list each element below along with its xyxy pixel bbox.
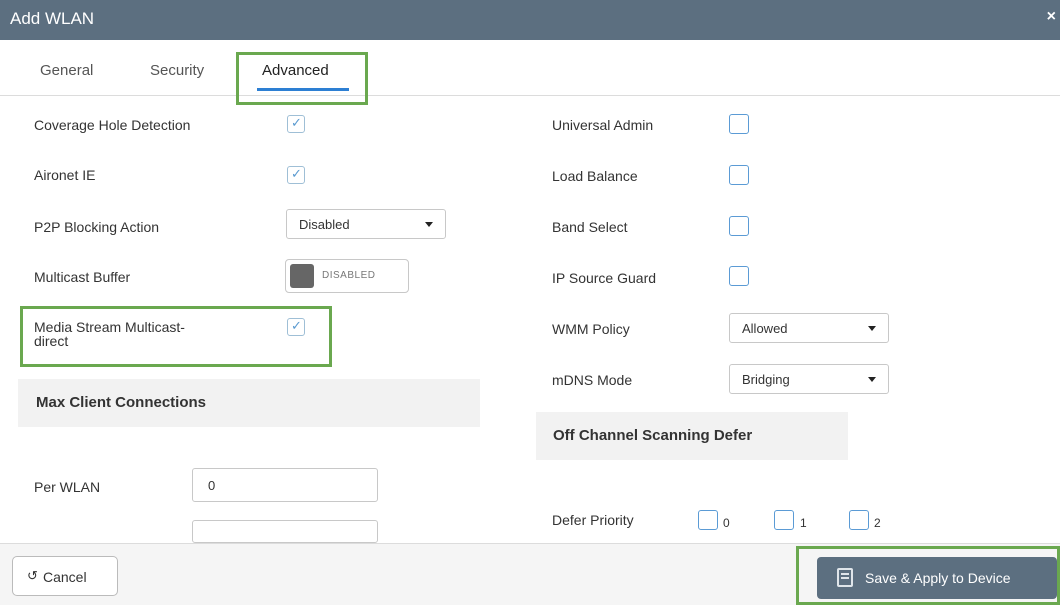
per-ap-input[interactable] (192, 520, 378, 543)
dialog-title: Add WLAN (10, 9, 95, 28)
multicast-buffer-label: Multicast Buffer (34, 269, 131, 285)
max-client-section-header: Max Client Connections (18, 379, 480, 427)
defer-priority-0-label: 0 (723, 516, 730, 530)
chevron-down-icon (868, 377, 876, 382)
media-stream-highlight (20, 306, 332, 367)
band-select-checkbox[interactable] (729, 216, 749, 236)
dialog-titlebar: Add WLAN × (0, 0, 1060, 40)
aironet-ie-label: Aironet IE (34, 167, 96, 183)
band-select-label: Band Select (552, 219, 628, 235)
wmm-policy-label: WMM Policy (552, 321, 630, 337)
universal-admin-checkbox[interactable] (729, 114, 749, 134)
coverage-hole-checkbox[interactable] (287, 115, 305, 133)
wmm-policy-select[interactable]: Allowed (729, 313, 889, 343)
per-wlan-input[interactable]: 0 (192, 468, 378, 502)
p2p-blocking-label: P2P Blocking Action (34, 219, 160, 235)
tab-security[interactable]: Security (150, 62, 204, 79)
p2p-blocking-select[interactable]: Disabled (286, 209, 446, 239)
aironet-ie-checkbox[interactable] (287, 166, 305, 184)
mdns-mode-value: Bridging (742, 372, 790, 387)
wmm-policy-value: Allowed (742, 321, 788, 336)
load-balance-label: Load Balance (552, 168, 638, 184)
p2p-blocking-value: Disabled (299, 217, 350, 232)
coverage-hole-label: Coverage Hole Detection (34, 117, 191, 133)
load-balance-checkbox[interactable] (729, 165, 749, 185)
chevron-down-icon (868, 326, 876, 331)
multicast-buffer-toggle[interactable]: DISABLED (285, 259, 409, 293)
advanced-tab-highlight (236, 52, 368, 105)
tab-bar: General Security Advanced (0, 40, 1060, 96)
undo-icon: ↺ (27, 568, 38, 583)
defer-priority-label: Defer Priority (552, 512, 634, 528)
defer-priority-1-label: 1 (800, 516, 807, 530)
toggle-knob (290, 264, 314, 288)
universal-admin-label: Universal Admin (552, 117, 654, 133)
mdns-mode-select[interactable]: Bridging (729, 364, 889, 394)
toggle-state-text: DISABLED (322, 270, 376, 281)
cancel-button[interactable]: ↺ Cancel (12, 556, 118, 596)
defer-priority-1-checkbox[interactable] (774, 510, 794, 530)
defer-priority-2-label: 2 (874, 516, 881, 530)
per-wlan-label: Per WLAN (34, 479, 101, 495)
ip-source-guard-label: IP Source Guard (552, 270, 657, 286)
off-channel-section-header: Off Channel Scanning Defer (536, 412, 848, 460)
close-icon[interactable]: × (1047, 8, 1056, 26)
tab-general[interactable]: General (40, 62, 93, 79)
save-button-highlight (796, 546, 1060, 605)
defer-priority-2-checkbox[interactable] (849, 510, 869, 530)
ip-source-guard-checkbox[interactable] (729, 266, 749, 286)
chevron-down-icon (425, 222, 433, 227)
defer-priority-0-checkbox[interactable] (698, 510, 718, 530)
mdns-mode-label: mDNS Mode (552, 372, 633, 388)
